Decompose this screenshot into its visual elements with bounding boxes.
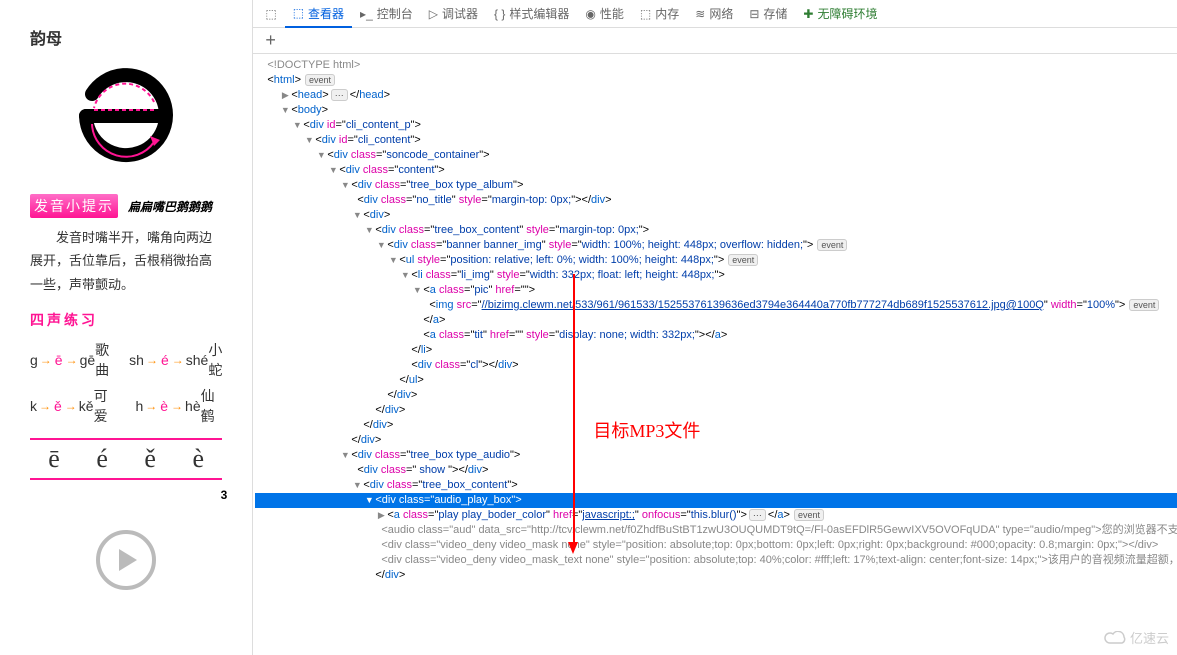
hint-section: 发音小提示 扁扁嘴巴鹅鹅鹅 <box>30 194 222 218</box>
tab-network[interactable]: ≋网络 <box>687 0 741 27</box>
add-element-button[interactable]: + <box>259 30 282 51</box>
tab-performance[interactable]: ◉性能 <box>577 0 632 27</box>
hint-text: 扁扁嘴巴鹅鹅鹅 <box>128 198 212 215</box>
tone-display-bar: ē é ě è 3 <box>30 438 222 480</box>
tab-memory[interactable]: ⬚内存 <box>632 0 687 27</box>
watermark: 亿速云 <box>1104 628 1169 647</box>
dom-tree[interactable]: <!DOCTYPE html> <html>event ▶<head>⋯</he… <box>253 54 1177 655</box>
devtools-toolbar: ⬚ ⬚查看器 ▸_控制台 ▷调试器 { }样式编辑器 ◉性能 ⬚内存 ≋网络 ⊟… <box>253 0 1177 28</box>
annotation-arrow <box>573 274 575 544</box>
audio-player-area <box>30 530 222 590</box>
tab-storage[interactable]: ⊟存储 <box>741 0 795 27</box>
selected-dom-node: ▼<div class="audio_play_box"> <box>255 493 1177 508</box>
hint-label: 发音小提示 <box>30 194 118 218</box>
tab-debugger[interactable]: ▷调试器 <box>421 0 486 27</box>
inspector-picker-icon[interactable]: ⬚ <box>257 0 284 27</box>
tone-practice-title: 四声练习 <box>30 310 222 330</box>
tab-inspector[interactable]: ⬚查看器 <box>285 1 352 28</box>
tone-row: k→ě→kě 可爱 h→è→hè 仙鹤 <box>30 386 222 426</box>
play-button[interactable] <box>96 530 156 590</box>
tab-accessibility[interactable]: ✚无障碍环境 <box>795 0 885 27</box>
page-number: 3 <box>221 488 228 502</box>
tone-row: g→ē→gē 歌曲 sh→é→shé 小蛇 <box>30 340 222 380</box>
letter-illustration <box>30 54 222 184</box>
annotation-arrow-head <box>568 542 578 554</box>
devtools-subbar: + ⌕ 搜索 HTML <box>253 28 1177 54</box>
tab-styles[interactable]: { }样式编辑器 <box>486 0 577 27</box>
description-text: 发音时嘴半开，嘴角向两边展开，舌位靠后，舌根稍微抬高一些，声带颤动。 <box>30 226 222 296</box>
annotation-label: 目标MP3文件 <box>593 424 700 439</box>
content-panel: 韵母 发音小提示 扁扁嘴巴鹅鹅鹅 发音时嘴半开，嘴角向两边展开，舌位靠后，舌根稍… <box>0 0 252 655</box>
devtools-panel: ⬚ ⬚查看器 ▸_控制台 ▷调试器 { }样式编辑器 ◉性能 ⬚内存 ≋网络 ⊟… <box>252 0 1177 655</box>
page-title: 韵母 <box>30 25 222 49</box>
tab-console[interactable]: ▸_控制台 <box>352 0 421 27</box>
